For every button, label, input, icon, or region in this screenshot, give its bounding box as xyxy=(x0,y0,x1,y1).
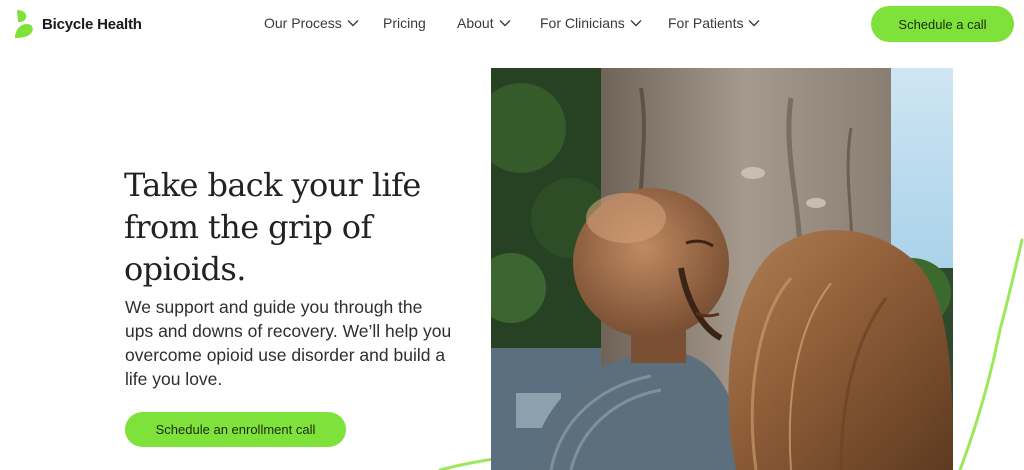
nav-item-pricing[interactable]: Pricing xyxy=(383,15,426,31)
chevron-down-icon xyxy=(347,20,359,27)
nav-item-our-process[interactable]: Our Process xyxy=(264,15,359,31)
nav-item-label: Pricing xyxy=(383,15,426,31)
nav-item-for-clinicians[interactable]: For Clinicians xyxy=(540,15,642,31)
nav-item-for-patients[interactable]: For Patients xyxy=(668,15,760,31)
nav-item-label: Our Process xyxy=(264,15,342,31)
hero-title: Take back your life from the grip of opi… xyxy=(124,166,421,288)
schedule-enrollment-call-button[interactable]: Schedule an enrollment call xyxy=(125,412,346,447)
nav-item-label: For Patients xyxy=(668,15,744,31)
chevron-down-icon xyxy=(748,20,760,27)
chevron-down-icon xyxy=(499,20,511,27)
chevron-down-icon xyxy=(630,20,642,27)
schedule-call-button[interactable]: Schedule a call xyxy=(871,6,1014,42)
nav-item-label: About xyxy=(457,15,494,31)
hero-photo-illustration xyxy=(491,68,953,470)
nav-item-label: For Clinicians xyxy=(540,15,625,31)
nav-item-about[interactable]: About xyxy=(457,15,511,31)
site-header: Bicycle Health Our Process Pricing About… xyxy=(0,0,1024,48)
hero-photo xyxy=(491,68,953,470)
hero-subtitle: We support and guide you through the ups… xyxy=(125,297,452,389)
